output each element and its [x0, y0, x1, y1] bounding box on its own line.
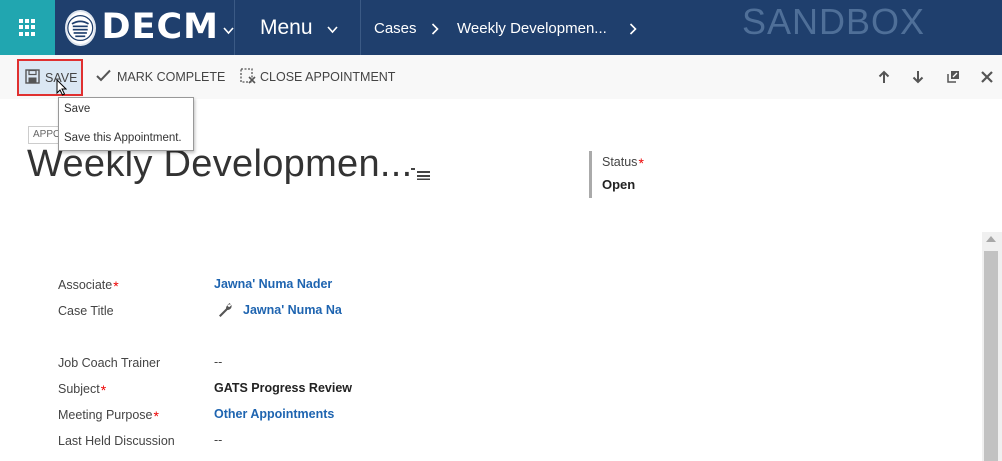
checkmark-icon	[96, 69, 111, 85]
mark-complete-button[interactable]: MARK COMPLETE	[96, 55, 225, 99]
mark-complete-label: MARK COMPLETE	[117, 70, 226, 84]
breadcrumb-record[interactable]: Weekly Developmen...	[457, 0, 607, 55]
status-field: Status* Open	[589, 151, 644, 198]
chevron-down-icon	[223, 22, 234, 38]
grid-icon	[19, 19, 36, 36]
required-marker: *	[638, 155, 644, 171]
close-appointment-button[interactable]: CLOSE APPOINTMENT	[240, 55, 395, 99]
arrow-down-icon[interactable]	[912, 55, 924, 99]
scroll-up-arrow-icon[interactable]	[986, 236, 996, 242]
save-button[interactable]: SAVE	[17, 59, 83, 96]
brand-logo-icon	[65, 9, 96, 46]
breadcrumb-cases[interactable]: Cases	[374, 0, 417, 55]
scrollbar-thumb[interactable]	[984, 251, 998, 461]
required-marker: *	[153, 408, 159, 424]
job-coach-trainer-label: Job Coach Trainer	[58, 356, 161, 370]
meeting-purpose-label: Meeting Purpose*	[58, 408, 159, 424]
associate-label: Associate*	[58, 278, 119, 294]
required-marker: *	[100, 382, 107, 398]
wrench-icon	[217, 302, 233, 321]
brand-name: DECM	[101, 7, 219, 47]
status-value[interactable]: Open	[602, 177, 644, 192]
main-menu-button[interactable]: Menu	[237, 0, 361, 55]
close-appointment-label: CLOSE APPOINTMENT	[260, 70, 396, 84]
save-tooltip: Save Save this Appointment.	[58, 97, 194, 151]
last-held-discussion-value[interactable]: --	[214, 433, 222, 447]
app-launcher-button[interactable]	[0, 0, 55, 55]
menu-label: Menu	[260, 15, 313, 39]
arrow-up-icon[interactable]	[878, 55, 890, 99]
subject-label: Subject*	[58, 382, 107, 398]
tooltip-title: Save	[64, 103, 91, 115]
case-title-value[interactable]: Jawna' Numa Na	[243, 303, 342, 317]
environment-label: SANDBOX	[742, 1, 926, 42]
case-title-label: Case Title	[58, 304, 114, 318]
meeting-purpose-value[interactable]: Other Appointments	[214, 407, 334, 421]
required-marker: *	[113, 278, 119, 294]
close-icon[interactable]	[980, 55, 994, 99]
form-selector-icon[interactable]	[411, 167, 430, 180]
pop-out-icon[interactable]	[946, 55, 960, 99]
top-nav-bar: DECM Menu Cases Weekly Developmen... SAN…	[0, 0, 1002, 55]
subject-value[interactable]: GATS Progress Review	[214, 381, 352, 395]
associate-value[interactable]: Jawna' Numa Nader	[214, 277, 332, 291]
status-label: Status*	[602, 155, 644, 171]
last-held-discussion-label: Last Held Discussion	[58, 434, 175, 448]
tooltip-description: Save this Appointment.	[64, 132, 182, 144]
brand-selector[interactable]: DECM	[55, 0, 235, 55]
chevron-right-icon	[431, 0, 439, 55]
job-coach-trainer-value[interactable]: --	[214, 355, 222, 369]
chevron-down-icon	[326, 21, 338, 37]
chevron-right-icon[interactable]	[629, 0, 637, 55]
floppy-disk-icon	[25, 68, 40, 87]
close-appointment-icon	[240, 67, 256, 87]
